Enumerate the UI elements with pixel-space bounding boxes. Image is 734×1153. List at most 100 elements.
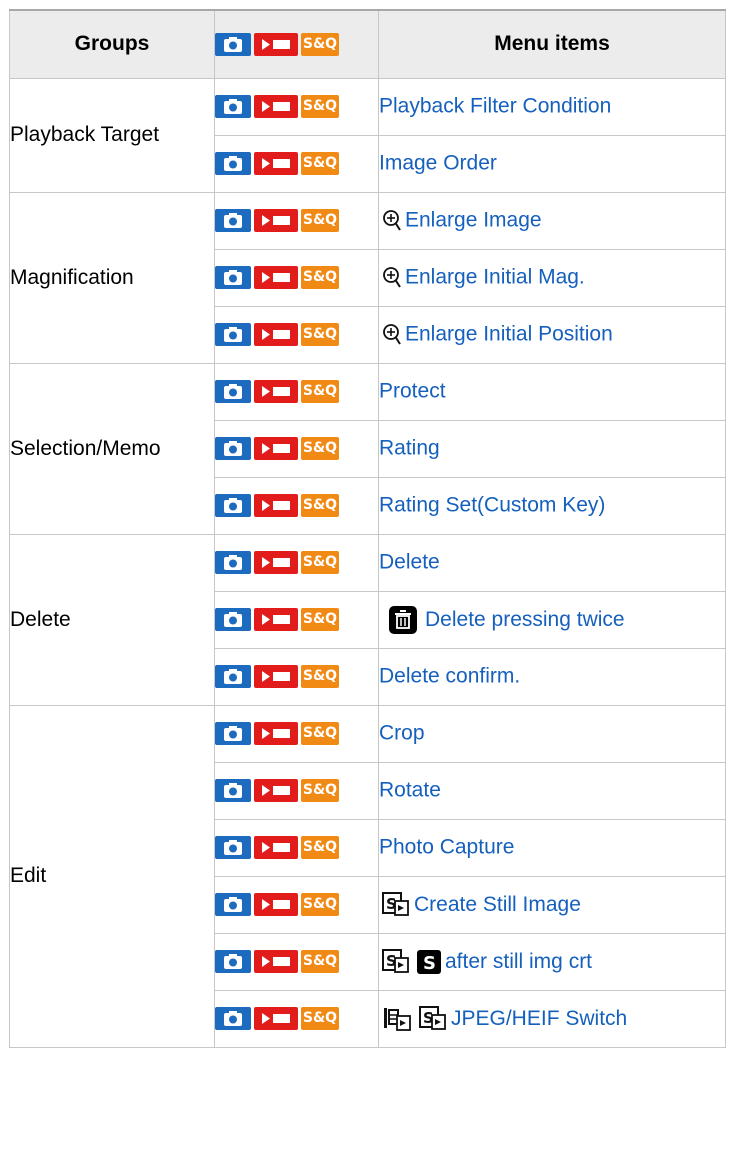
table-row: Delete S&Q Delete (9, 533, 726, 706)
mode-icons-cell: S&Q (214, 134, 379, 193)
sq-icon: S&Q (301, 266, 339, 290)
group-name: Magnification (9, 191, 215, 364)
mode-icons-cell: S&Q (214, 875, 379, 934)
table-row: Edit S&Q Crop (9, 704, 726, 1048)
camera-icon (215, 836, 251, 860)
menu-item-cell: Protect (378, 362, 726, 421)
group-name: Playback Target (9, 77, 215, 193)
camera-icon (215, 1007, 251, 1031)
sq-icon: S&Q (301, 323, 339, 347)
movie-icon (254, 551, 298, 575)
menu-item-link[interactable]: Image Order (379, 152, 497, 175)
camera-icon (215, 95, 251, 119)
table-row: Playback Target S&Q Playback Filter Condit… (9, 77, 726, 193)
menu-item-cell: S Create Still Image (378, 875, 726, 934)
menu-item-cell: Enlarge Image (378, 191, 726, 250)
mode-icons-cell: S&Q (214, 476, 379, 535)
menu-item-cell: S Safter still img crt (378, 932, 726, 991)
table-row: Selection/Memo S&Q Protect (9, 362, 726, 535)
mode-icons-cell: S&Q (214, 818, 379, 877)
menu-item-cell: Rating Set(Custom Key) (378, 476, 726, 535)
menu-item-link[interactable]: Playback Filter Condition (379, 95, 611, 118)
still-image-icon: S (382, 891, 410, 918)
menu-item-link[interactable]: Protect (379, 380, 446, 403)
sq-icon: S&Q (301, 33, 339, 57)
mode-icons-cell: S&Q (214, 305, 379, 364)
camera-icon (215, 551, 251, 575)
menu-item-link[interactable]: Delete (379, 551, 440, 574)
menu-item-cell: Delete (378, 533, 726, 592)
table-row: Magnification S&Q Enlarge Image (9, 191, 726, 364)
menu-item-link[interactable]: Rotate (379, 779, 441, 802)
movie-icon (254, 494, 298, 518)
menu-item-link[interactable]: Rating Set(Custom Key) (379, 494, 605, 517)
menu-item-link[interactable]: Delete confirm. (379, 665, 520, 688)
still-image-icon: S (382, 948, 410, 975)
magnify-plus-icon (382, 323, 402, 347)
sq-icon: S&Q (301, 152, 339, 176)
menu-item-cell: Image Order (378, 134, 726, 193)
menu-item-cell: Photo Capture (378, 818, 726, 877)
sq-icon: S&Q (301, 722, 339, 746)
menu-item-cell: Crop (378, 704, 726, 763)
camera-icon (215, 608, 251, 632)
camera-icon (215, 494, 251, 518)
sq-icon: S&Q (301, 893, 339, 917)
menu-item-cell: Enlarge Initial Position (378, 305, 726, 364)
camera-icon (215, 152, 251, 176)
movie-icon (254, 779, 298, 803)
sq-icon: S&Q (301, 494, 339, 518)
sq-icon: S&Q (301, 1007, 339, 1031)
menu-item-link[interactable]: after still img crt (445, 950, 592, 973)
movie-icon (254, 266, 298, 290)
mode-icons-cell: S&Q (214, 647, 379, 706)
movie-icon (254, 95, 298, 119)
sq-icon: S&Q (301, 95, 339, 119)
movie-icon (254, 209, 298, 233)
groups-header: Groups (9, 9, 215, 79)
menu-item-link[interactable]: Photo Capture (379, 836, 514, 859)
mode-icons-cell: S&Q (214, 989, 379, 1048)
menu-item-link[interactable]: Crop (379, 722, 425, 745)
camera-icon (215, 33, 251, 57)
menu-table: Groups S&Q Menu items Playback Target S&Q… (9, 9, 726, 1048)
menu-items-header: Menu items (378, 9, 726, 79)
header-row: Groups S&Q Menu items (9, 9, 726, 79)
movie-icon (254, 722, 298, 746)
camera-icon (215, 665, 251, 689)
movie-icon (254, 152, 298, 176)
menu-item-cell: Rotate (378, 761, 726, 820)
menu-item-cell: Delete confirm. (378, 647, 726, 706)
movie-icon (254, 380, 298, 404)
menu-item-link[interactable]: Enlarge Initial Position (405, 323, 613, 346)
group-name: Delete (9, 533, 215, 706)
menu-item-link[interactable]: Rating (379, 437, 440, 460)
mode-icons-cell: S&Q (214, 761, 379, 820)
menu-item-link[interactable]: Enlarge Initial Mag. (405, 266, 585, 289)
sq-icon: S&Q (301, 665, 339, 689)
movie-icon (254, 950, 298, 974)
menu-item-link[interactable]: JPEG/HEIF Switch (451, 1007, 627, 1030)
still-image-icon: S (419, 1005, 447, 1032)
menu-item-cell: Playback Filter Condition (378, 77, 726, 136)
sq-icon: S&Q (301, 437, 339, 461)
sq-icon: S&Q (301, 950, 339, 974)
menu-item-link[interactable]: Delete pressing twice (425, 608, 625, 631)
movie-icon (254, 836, 298, 860)
sq-icon: S&Q (301, 209, 339, 233)
magnify-plus-icon (382, 209, 402, 233)
camera-icon (215, 323, 251, 347)
mode-icons-cell: S&Q (214, 419, 379, 478)
camera-icon (215, 437, 251, 461)
mode-icons-cell: S&Q (214, 77, 379, 136)
magnify-plus-icon (382, 266, 402, 290)
camera-icon (215, 950, 251, 974)
mode-icons-cell: S&Q (214, 704, 379, 763)
camera-icon (215, 722, 251, 746)
svg-text:S: S (423, 953, 436, 974)
film-switch-icon (382, 1006, 412, 1032)
menu-item-link[interactable]: Enlarge Image (405, 209, 542, 232)
menu-item-link[interactable]: Create Still Image (414, 893, 581, 916)
mode-icons-cell: S&Q (214, 932, 379, 991)
movie-icon (254, 33, 298, 57)
